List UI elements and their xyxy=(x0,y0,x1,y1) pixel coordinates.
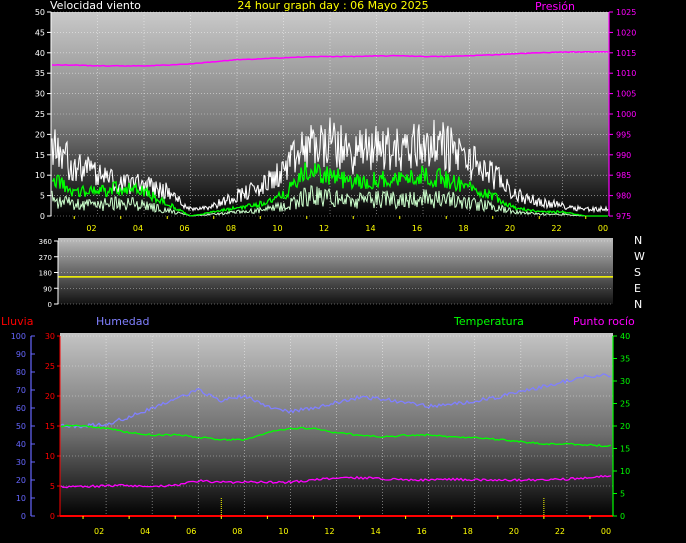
y-tick-label-direction: 90 xyxy=(43,285,52,293)
y-tick-label-humidity: 90 xyxy=(16,350,26,359)
y-tick-label-wind: 15 xyxy=(35,151,45,160)
y-tick-label-pressure: 1000 xyxy=(616,110,636,119)
direction-label-e: E xyxy=(634,282,641,295)
y-tick-label-pressure: 980 xyxy=(616,192,631,201)
y-tick-label-humidity: 70 xyxy=(16,386,26,395)
y-tick-label-humidity: 80 xyxy=(16,368,26,377)
y-tick-label-temperature: 20 xyxy=(620,422,630,431)
y-tick-label-wind: 50 xyxy=(35,8,45,17)
y-tick-label-direction: 360 xyxy=(39,238,52,246)
y-tick-label-pressure: 1025 xyxy=(616,8,636,17)
y-tick-label-humidity: 20 xyxy=(16,476,26,485)
temperature-humidity-chart: 05101520253002 04 06 08 10 12 14 16 18 20 22 000102… xyxy=(11,332,630,536)
x-tick-label: 14 xyxy=(365,224,375,233)
x-tick-label: 04 xyxy=(133,224,143,233)
y-tick-label-wind: 25 xyxy=(35,110,45,119)
y-tick-label-humidity: 40 xyxy=(16,440,26,449)
y-tick-label-humidity: 50 xyxy=(16,422,26,431)
y-tick-label-wind: 30 xyxy=(35,90,45,99)
chart-title: 24 hour graph day : 06 Mayo 2025 xyxy=(237,0,428,12)
y-tick-label-direction: 180 xyxy=(39,270,52,278)
pressure-label: Presión xyxy=(535,0,575,13)
x-tick-label: 18 xyxy=(463,527,473,536)
y-tick-label-temperature: 40 xyxy=(620,332,630,341)
wind-pressure-chart: 0510152025303540455002 04 06 08 10 12 14 16 18 20… xyxy=(35,8,637,233)
y-tick-label-temperature: 15 xyxy=(620,445,630,454)
x-tick-label: 08 xyxy=(232,527,242,536)
wind-speed-label: Velocidad viento xyxy=(50,0,141,12)
y-tick-label-temperature: 25 xyxy=(620,400,630,409)
y-tick-label-rain: 0 xyxy=(50,512,55,521)
y-tick-label-temperature: 0 xyxy=(620,512,625,521)
y-tick-label-rain: 25 xyxy=(45,362,55,371)
y-tick-label-wind: 0 xyxy=(40,212,45,221)
direction-label-n-bottom: N xyxy=(634,298,642,311)
x-tick-label: 02 xyxy=(94,527,104,536)
y-tick-label-temperature: 5 xyxy=(620,490,625,499)
y-tick-label-wind: 35 xyxy=(35,69,45,78)
y-tick-label-wind: 40 xyxy=(35,49,45,58)
x-tick-label: 20 xyxy=(505,224,515,233)
y-tick-label-temperature: 10 xyxy=(620,467,630,476)
wind-direction-plot-area xyxy=(58,238,613,304)
y-tick-label-wind: 45 xyxy=(35,28,45,37)
y-tick-label-pressure: 1015 xyxy=(616,49,636,58)
x-tick-label: 10 xyxy=(272,224,282,233)
dewpoint-label: Punto rocío xyxy=(573,315,635,328)
y-tick-label-humidity: 30 xyxy=(16,458,26,467)
humidity-label: Humedad xyxy=(96,315,149,328)
x-tick-label: 20 xyxy=(509,527,519,536)
y-tick-label-pressure: 1010 xyxy=(616,69,636,78)
y-tick-label-wind: 10 xyxy=(35,171,45,180)
y-tick-label-pressure: 985 xyxy=(616,171,631,180)
y-tick-label-temperature: 30 xyxy=(620,377,630,386)
y-tick-label-temperature: 35 xyxy=(620,355,630,364)
y-tick-label-wind: 5 xyxy=(40,192,45,201)
y-tick-label-direction: 270 xyxy=(39,254,52,262)
y-tick-label-humidity: 0 xyxy=(21,512,26,521)
y-tick-label-humidity: 100 xyxy=(11,332,26,341)
wind-direction-chart: 0 90 180 270 360 xyxy=(39,238,613,309)
y-tick-label-rain: 30 xyxy=(45,332,55,341)
y-tick-label-rain: 5 xyxy=(50,482,55,491)
x-tick-label: 14 xyxy=(370,527,380,536)
x-tick-label: 06 xyxy=(179,224,189,233)
x-tick-label: 18 xyxy=(458,224,468,233)
y-tick-label-direction: 0 xyxy=(48,301,52,309)
x-tick-label: 22 xyxy=(551,224,561,233)
y-tick-label-pressure: 1020 xyxy=(616,28,636,37)
weather-graph-canvas: 0510152025303540455002 04 06 08 10 12 14 16 18 20… xyxy=(1,0,645,536)
y-tick-label-humidity: 60 xyxy=(16,404,26,413)
y-tick-label-humidity: 10 xyxy=(16,494,26,503)
rain-label: Lluvia xyxy=(1,315,33,328)
direction-label-w: W xyxy=(634,250,645,263)
temperature-label: Temperatura xyxy=(453,315,524,328)
x-tick-label: 00 xyxy=(601,527,611,536)
y-tick-label-pressure: 1005 xyxy=(616,90,636,99)
x-tick-label: 06 xyxy=(186,527,196,536)
x-tick-label: 02 xyxy=(86,224,96,233)
x-tick-label: 00 xyxy=(598,224,608,233)
x-tick-label: 04 xyxy=(140,527,150,536)
y-tick-label-wind: 20 xyxy=(35,130,45,139)
direction-label-s: S xyxy=(634,266,641,279)
y-tick-label-pressure: 995 xyxy=(616,130,631,139)
x-tick-label: 12 xyxy=(319,224,329,233)
x-tick-label: 12 xyxy=(324,527,334,536)
y-tick-label-rain: 10 xyxy=(45,452,55,461)
y-tick-label-rain: 20 xyxy=(45,392,55,401)
y-tick-label-pressure: 990 xyxy=(616,151,631,160)
x-tick-label: 10 xyxy=(278,527,288,536)
wind-direction-axes: 0 90 180 270 360 xyxy=(39,238,59,309)
x-tick-label: 16 xyxy=(412,224,422,233)
x-tick-label: 22 xyxy=(555,527,565,536)
y-tick-label-rain: 15 xyxy=(45,422,55,431)
x-tick-label: 08 xyxy=(226,224,236,233)
y-tick-label-pressure: 975 xyxy=(616,212,631,221)
x-tick-label: 16 xyxy=(417,527,427,536)
direction-label-n-top: N xyxy=(634,234,642,247)
